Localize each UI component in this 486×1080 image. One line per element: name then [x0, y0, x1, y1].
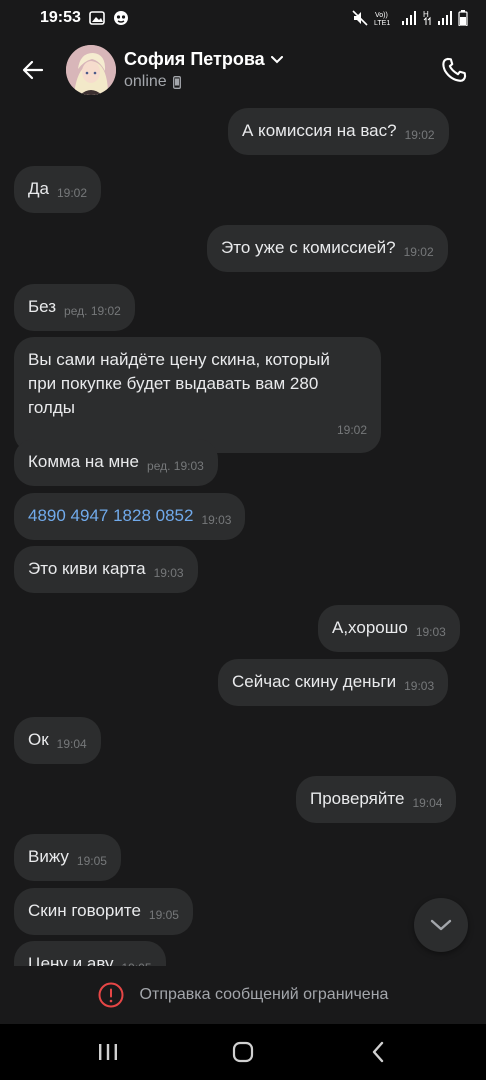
message-edited-time: ред. 19:02 [64, 299, 121, 323]
avatar[interactable] [66, 45, 116, 95]
outgoing-message[interactable]: Проверяйте 19:04 [296, 776, 457, 823]
home-icon [232, 1041, 254, 1063]
message-text: Это уже с комиссией? [221, 238, 396, 257]
message-text-line: Вы сами найдёте цену скина, который [28, 350, 330, 369]
message-list[interactable]: А комиссия на вас? 19:02 Да 19:02 Это уже … [0, 104, 486, 966]
message-time: 19:04 [412, 796, 443, 810]
app-notification-icon [113, 10, 129, 26]
incoming-message[interactable]: Вы сами найдёте цену скина, который при … [14, 337, 381, 453]
message-text: Без [28, 297, 57, 316]
status-bar: 19:53 Vo)) LTE1 H [0, 0, 486, 36]
back-button[interactable] [0, 36, 66, 104]
message-text: Проверяйте [310, 789, 405, 808]
incoming-message[interactable]: Ок 19:04 [14, 717, 101, 764]
outgoing-message[interactable]: А комиссия на вас? 19:02 [228, 108, 449, 155]
incoming-message[interactable]: Вижу 19:05 [14, 834, 121, 881]
mobile-phone-icon [172, 75, 181, 89]
recent-apps-icon [98, 1044, 117, 1060]
peer-info[interactable]: София Петрова online [124, 49, 283, 91]
scroll-down-button[interactable] [414, 898, 468, 952]
system-navigation-bar [0, 1024, 486, 1080]
incoming-message[interactable]: Это киви карта 19:03 [14, 546, 198, 593]
volte-icon: Vo)) LTE1 [374, 10, 396, 26]
chevron-down-icon [430, 919, 452, 931]
chevron-down-icon [270, 55, 283, 63]
recent-apps-button[interactable] [78, 1024, 138, 1080]
message-text: А,хорошо [332, 618, 408, 637]
message-text: Вижу [28, 847, 69, 866]
outgoing-message[interactable]: Сейчас скину деньги 19:03 [218, 659, 449, 706]
restriction-text: Отправка сообщений ограничена [139, 986, 389, 1003]
message-time: 19:03 [173, 459, 204, 473]
message-text: А комиссия на вас? [242, 121, 397, 140]
incoming-message[interactable]: Цену и аву 19:05 [14, 941, 166, 966]
message-text-line: голды [28, 398, 75, 417]
message-time: 19:02 [403, 245, 434, 259]
phone-icon [442, 57, 467, 82]
gallery-notification-icon [89, 11, 105, 25]
arrow-left-icon [22, 60, 44, 80]
message-time: 19:02 [90, 304, 121, 318]
message-text: Это киви карта [28, 559, 146, 578]
message-text-line: при покупке будет выдавать вам 280 [28, 374, 319, 393]
outgoing-message[interactable]: Это уже с комиссией? 19:02 [207, 225, 448, 272]
message-time: 19:02 [56, 186, 87, 200]
chat-header: София Петрова online [0, 36, 486, 104]
mute-icon [352, 10, 368, 26]
svg-text:Vo)): Vo)) [375, 12, 388, 19]
message-time: 19:03 [201, 513, 232, 527]
message-time: 19:05 [121, 956, 151, 966]
message-text: Да [28, 179, 49, 198]
incoming-message[interactable]: Без ред. 19:02 [14, 284, 135, 331]
call-button[interactable] [436, 52, 472, 88]
svg-text:LTE1: LTE1 [374, 20, 390, 26]
message-time: 19:02 [404, 128, 435, 142]
incoming-message[interactable]: Комма на мне ред. 19:03 [14, 439, 218, 486]
message-edited-time: ред. 19:03 [147, 454, 204, 478]
message-text: Скин говорите [28, 901, 141, 920]
signal-icon-1 [402, 11, 416, 25]
message-time: 19:04 [56, 737, 87, 751]
message-time: 19:03 [404, 679, 435, 693]
message-text: Комма на мне [28, 452, 140, 471]
signal-icon-2 [438, 11, 452, 25]
incoming-message[interactable]: 4890 4947 1828 0852 19:03 [14, 493, 246, 540]
message-text: Сейчас скину деньги [232, 672, 397, 691]
back-chevron-icon [373, 1041, 384, 1063]
incoming-message[interactable]: Да 19:02 [14, 166, 101, 213]
edited-label: ред. [147, 459, 171, 473]
clock: 19:53 [40, 9, 81, 26]
incoming-message[interactable]: Скин говорите 19:05 [14, 888, 193, 935]
message-time: 19:03 [153, 566, 184, 580]
message-time: 19:05 [148, 908, 179, 922]
battery-icon [458, 10, 468, 26]
home-button[interactable] [213, 1024, 273, 1080]
peer-status: online [124, 73, 167, 90]
message-time: 19:05 [76, 854, 107, 868]
messaging-restricted-banner: Отправка сообщений ограничена [0, 966, 486, 1024]
message-text: Цену и аву [28, 954, 114, 966]
message-time: 19:03 [415, 625, 446, 639]
outgoing-message[interactable]: А,хорошо 19:03 [318, 605, 460, 652]
card-number-link[interactable]: 4890 4947 1828 0852 [28, 506, 193, 525]
message-text: Ок [28, 730, 49, 749]
system-back-button[interactable] [348, 1024, 408, 1080]
network-type-icon: H [422, 10, 432, 26]
edited-label: ред. [64, 304, 88, 318]
warning-icon [98, 982, 124, 1008]
peer-name: София Петрова [124, 49, 265, 69]
